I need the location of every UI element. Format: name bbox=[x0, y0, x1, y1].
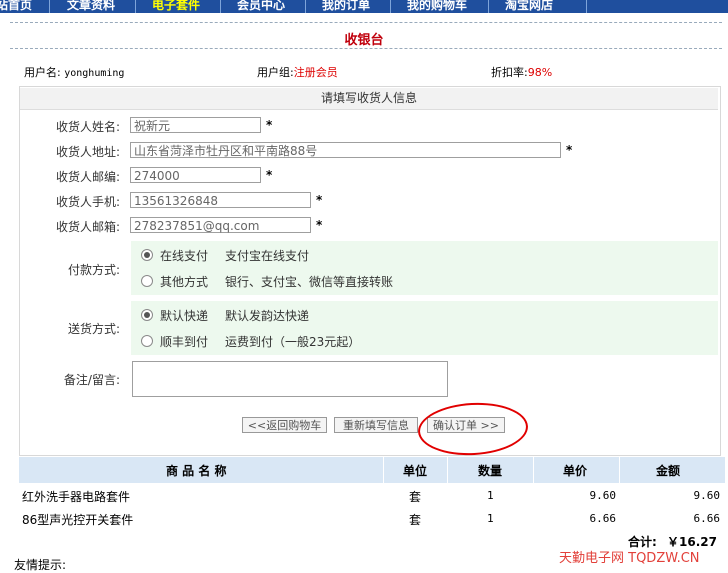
product-price: 9.60 bbox=[589, 489, 617, 502]
header-amount: 金额 bbox=[656, 464, 681, 478]
shipping-sf-radio[interactable] bbox=[141, 335, 153, 347]
refill-info-button[interactable]: 重新填写信息 bbox=[334, 417, 418, 433]
discount-info: 折扣率:98% bbox=[491, 64, 552, 80]
user-group-value: 注册会员 bbox=[293, 66, 338, 79]
shipping-sf-name: 顺丰到付 bbox=[160, 335, 209, 349]
divider bbox=[10, 48, 722, 49]
shipping-default-name: 默认快递 bbox=[160, 309, 209, 323]
nav-divider bbox=[305, 0, 306, 13]
address-input[interactable]: 山东省菏泽市牡丹区和平南路88号 bbox=[130, 142, 561, 158]
header-product-name: 商 品 名 称 bbox=[166, 464, 227, 478]
product-amount: 9.60 bbox=[693, 489, 721, 502]
form-heading: 请填写收货人信息 bbox=[20, 88, 718, 110]
column-divider bbox=[619, 457, 620, 483]
note-textarea[interactable] bbox=[132, 361, 448, 397]
column-divider bbox=[447, 457, 448, 483]
payment-online-desc: 支付宝在线支付 bbox=[225, 249, 310, 263]
payment-online-radio[interactable] bbox=[141, 249, 153, 261]
page-title: 收银台 bbox=[344, 33, 384, 48]
required-mark: * bbox=[316, 193, 323, 207]
back-to-cart-button[interactable]: <<返回购物车 bbox=[242, 417, 327, 433]
email-input[interactable]: 278237851@qq.com bbox=[130, 217, 311, 233]
nav-home[interactable]: 站首页 bbox=[0, 0, 32, 13]
product-price: 6.66 bbox=[589, 512, 617, 525]
payment-other-name: 其他方式 bbox=[160, 275, 209, 289]
address-label: 收货人地址: bbox=[55, 145, 120, 159]
payment-other-desc: 银行、支付宝、微信等直接转账 bbox=[225, 275, 394, 289]
top-nav: 站首页 文章资料 电子套件 会员中心 我的订单 我的购物车 淘宝网店 bbox=[0, 0, 728, 13]
shipping-default-desc: 默认发韵达快递 bbox=[225, 309, 310, 323]
shipping-sf-desc: 运费到付（一般23元起） bbox=[225, 335, 361, 349]
product-qty: 1 bbox=[487, 512, 494, 525]
name-input[interactable]: 祝新元 bbox=[130, 117, 261, 133]
discount-label: 折扣率: bbox=[491, 66, 528, 79]
nav-divider bbox=[390, 0, 391, 13]
header-unit: 单位 bbox=[403, 464, 428, 478]
product-name[interactable]: 红外洗手器电路套件 bbox=[22, 488, 130, 505]
shipping-label: 送货方式: bbox=[67, 322, 120, 336]
username-label: 用户名: bbox=[24, 66, 61, 79]
required-mark: * bbox=[266, 118, 273, 132]
product-name[interactable]: 86型声光控开关套件 bbox=[22, 511, 133, 528]
user-group-label: 用户组: bbox=[257, 66, 294, 79]
payment-options-box bbox=[131, 241, 718, 295]
column-divider bbox=[533, 457, 534, 483]
nav-divider bbox=[220, 0, 221, 13]
required-mark: * bbox=[266, 168, 273, 182]
user-group-info: 用户组:注册会员 bbox=[257, 64, 338, 80]
nav-my-orders[interactable]: 我的订单 bbox=[322, 0, 370, 13]
nav-divider bbox=[135, 0, 136, 13]
phone-label: 收货人手机: bbox=[55, 195, 120, 209]
payment-other-radio[interactable] bbox=[141, 275, 153, 287]
username-value: yonghuming bbox=[64, 68, 125, 79]
nav-articles[interactable]: 文章资料 bbox=[67, 0, 115, 13]
product-qty: 1 bbox=[487, 489, 494, 502]
email-label: 收货人邮箱: bbox=[55, 220, 120, 234]
nav-taobao-shop[interactable]: 淘宝网店 bbox=[505, 0, 553, 13]
zip-input[interactable]: 274000 bbox=[130, 167, 261, 183]
product-unit: 套 bbox=[409, 513, 422, 527]
nav-divider bbox=[49, 0, 50, 13]
header-quantity: 数量 bbox=[478, 464, 503, 478]
product-unit: 套 bbox=[409, 490, 422, 504]
note-label: 备注/留言: bbox=[63, 373, 120, 387]
header-unit-price: 单价 bbox=[563, 464, 588, 478]
payment-label: 付款方式: bbox=[67, 263, 120, 277]
name-label: 收货人姓名: bbox=[55, 120, 120, 134]
zip-label: 收货人邮编: bbox=[55, 170, 120, 184]
watermark-text: 天勤电子网 TQDZW.CN bbox=[559, 551, 700, 566]
footer-tip: 友情提示: bbox=[14, 558, 67, 572]
shipping-default-radio[interactable] bbox=[141, 309, 153, 321]
nav-my-cart[interactable]: 我的购物车 bbox=[407, 0, 467, 13]
phone-input[interactable]: 13561326848 bbox=[130, 192, 311, 208]
payment-online-name: 在线支付 bbox=[160, 249, 209, 263]
divider bbox=[10, 22, 722, 23]
required-mark: * bbox=[316, 218, 323, 232]
nav-kits[interactable]: 电子套件 bbox=[152, 0, 200, 13]
discount-value: 98% bbox=[527, 66, 553, 79]
nav-divider bbox=[586, 0, 587, 13]
nav-divider bbox=[488, 0, 489, 13]
username-info: 用户名: yonghuming bbox=[24, 64, 124, 80]
nav-member-center[interactable]: 会员中心 bbox=[237, 0, 285, 13]
required-mark: * bbox=[566, 143, 573, 157]
shipping-options-box bbox=[131, 301, 718, 355]
product-amount: 6.66 bbox=[693, 512, 721, 525]
column-divider bbox=[383, 457, 384, 483]
